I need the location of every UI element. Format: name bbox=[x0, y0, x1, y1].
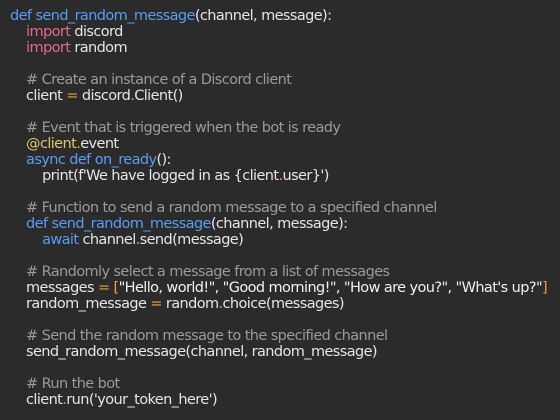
code-line: # Run the bot bbox=[10, 376, 560, 392]
code-token: (channel, message): bbox=[210, 216, 348, 232]
code-token: on_ready bbox=[94, 152, 157, 168]
code-token: print(f'We have logged in as {client bbox=[10, 168, 279, 184]
code-token: client bbox=[10, 392, 63, 408]
code-token: send(message) bbox=[139, 232, 244, 248]
code-token: (channel, message): bbox=[194, 8, 332, 24]
code-token: = [ bbox=[97, 280, 119, 296]
code-line: await channel.send(message) bbox=[10, 232, 560, 248]
code-line: client.run('your_token_here') bbox=[10, 392, 560, 408]
code-line: async def on_ready(): bbox=[10, 152, 560, 168]
code-line: client = discord.Client() bbox=[10, 88, 560, 104]
code-token: await bbox=[42, 232, 79, 248]
code-token: # Function to send a random message to a… bbox=[10, 200, 437, 216]
code-line: print(f'We have logged in as {client.use… bbox=[10, 168, 560, 184]
code-line: send_random_message(channel, random_mess… bbox=[10, 344, 560, 360]
code-line: random_message = random.choice(messages) bbox=[10, 296, 560, 312]
code-token: send_random_message bbox=[35, 8, 195, 24]
code-token: import bbox=[26, 24, 71, 40]
code-token: = bbox=[150, 296, 162, 312]
code-line: # Event that is triggered when the bot i… bbox=[10, 120, 560, 136]
code-token: async def bbox=[26, 152, 95, 168]
code-token: # Randomly select a message from a list … bbox=[10, 264, 390, 280]
code-line: # Send the random message to the specifi… bbox=[10, 328, 560, 344]
code-token: discord bbox=[77, 88, 131, 104]
code-line: @client.event bbox=[10, 136, 560, 152]
code-token: send_random_message(channel, random_mess… bbox=[10, 344, 378, 360]
code-token: messages bbox=[10, 280, 98, 296]
code-line: def send_random_message(channel, message… bbox=[10, 216, 560, 232]
code-token: run('your_token_here') bbox=[66, 392, 218, 408]
code-line: messages = ["Hello, world!", "Good morni… bbox=[10, 280, 560, 296]
code-editor[interactable]: def send_random_message(channel, message… bbox=[0, 0, 560, 420]
code-line: import random bbox=[10, 40, 560, 56]
code-token: # Event that is triggered when the bot i… bbox=[10, 120, 341, 136]
code-token: import bbox=[26, 40, 71, 56]
code-token: = bbox=[66, 88, 78, 104]
code-token: random bbox=[70, 40, 127, 56]
code-line: import discord bbox=[10, 24, 560, 40]
code-token: choice(messages) bbox=[222, 296, 345, 312]
code-line: # Randomly select a message from a list … bbox=[10, 264, 560, 280]
code-token: "Hello, world!", "Good morning!", "How a… bbox=[118, 280, 543, 296]
code-token: @client bbox=[26, 136, 77, 152]
code-token: # Send the random message to the specifi… bbox=[10, 328, 388, 344]
code-token: # Run the bot bbox=[10, 376, 120, 392]
code-token: # Create an instance of a Discord client bbox=[10, 72, 292, 88]
code-token: ] bbox=[542, 280, 548, 296]
code-token: (): bbox=[156, 152, 171, 168]
code-token: send_random_message bbox=[51, 216, 212, 232]
code-line: def send_random_message(channel, message… bbox=[10, 8, 560, 24]
code-line: # Function to send a random message to a… bbox=[10, 200, 560, 216]
code-token: def bbox=[10, 8, 36, 24]
code-token: def bbox=[26, 216, 52, 232]
code-token: discord bbox=[70, 24, 123, 40]
code-token: channel bbox=[78, 232, 136, 248]
code-token: random bbox=[161, 296, 219, 312]
code-token: user}') bbox=[282, 168, 329, 184]
code-token: Client() bbox=[134, 88, 183, 104]
code-token: event bbox=[80, 136, 119, 152]
code-token: random_message bbox=[10, 296, 151, 312]
code-token: client bbox=[10, 88, 67, 104]
code-line: # Create an instance of a Discord client bbox=[10, 72, 560, 88]
